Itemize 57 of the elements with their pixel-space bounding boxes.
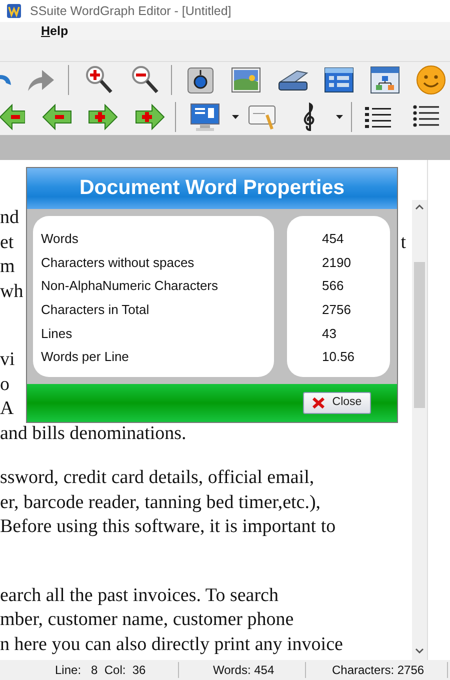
arrow-right-plus-icon[interactable] — [135, 102, 165, 132]
status-text: Characters: 2756 — [332, 663, 424, 677]
property-label: Words — [41, 230, 80, 248]
arrow-left-minus-icon[interactable] — [42, 102, 72, 132]
property-value: 10.56 — [322, 348, 356, 366]
landscape-picture-icon[interactable] — [231, 66, 261, 94]
text-line: n here you can also directly print any invoice — [0, 632, 343, 656]
status-text: Line: 8 Col: 36 — [55, 663, 146, 677]
text-line: t — [400, 230, 406, 254]
property-label: Words per Line — [41, 348, 130, 366]
text-line: et — [0, 230, 14, 254]
x-icon — [312, 397, 326, 409]
close-button[interactable]: Close — [303, 392, 371, 414]
text-line: wh — [0, 280, 24, 304]
property-value: 43 — [322, 324, 338, 343]
camera-icon[interactable] — [187, 66, 214, 94]
text-line: nd — [0, 206, 19, 230]
redo-icon[interactable] — [26, 67, 56, 93]
text-line: A — [0, 397, 14, 421]
window-diagram-icon[interactable] — [370, 66, 400, 94]
property-label: Lines — [41, 324, 74, 343]
property-label: Characters in Total — [41, 301, 150, 320]
text-line: m — [0, 255, 15, 279]
text-line: o — [0, 372, 10, 396]
text-line: ssword, credit card details, official email, — [0, 466, 314, 490]
caret-icon[interactable] — [232, 114, 239, 118]
property-value: 566 — [322, 277, 345, 296]
monitor-icon[interactable] — [190, 102, 220, 132]
menu-item[interactable]: Help — [41, 22, 68, 40]
scrollbar-thumb[interactable] — [414, 262, 425, 408]
scroll-up-icon[interactable] — [415, 204, 424, 210]
zoom-out-icon[interactable] — [131, 65, 159, 95]
property-value: 454 — [322, 230, 345, 248]
property-label: Characters without spaces — [41, 254, 196, 272]
text-line: earch all the past invoices. To search — [0, 584, 278, 608]
text-line: vi — [0, 348, 15, 372]
bullet-list-icon[interactable] — [413, 104, 439, 128]
dialog-title: Document Word Properties — [79, 175, 345, 202]
arrow-right-plus-icon[interactable] — [88, 102, 118, 132]
text-line: mber, customer name, customer phone — [0, 608, 294, 632]
notepad-pencil-icon[interactable] — [248, 102, 278, 130]
window-grid-icon[interactable] — [324, 67, 354, 93]
scroll-down-icon[interactable] — [415, 648, 424, 654]
smiley-icon[interactable] — [416, 65, 446, 95]
arrow-left-minus-icon[interactable] — [0, 102, 25, 132]
text-line: Before using this software, it is important to — [0, 515, 336, 539]
numbered-list-icon[interactable] — [365, 104, 391, 128]
window-title: SSuite WordGraph Editor - [Untitled] — [30, 2, 232, 20]
app-logo-icon — [6, 3, 22, 19]
property-value: 2190 — [322, 254, 352, 272]
caret-icon[interactable] — [336, 114, 343, 118]
property-value: 2756 — [322, 301, 352, 320]
property-label: Non-AlphaNumeric Characters — [41, 277, 220, 296]
text-line: er, barcode reader, tanning bed timer,etc.), — [0, 490, 321, 514]
zoom-in-icon[interactable] — [85, 65, 113, 95]
text-line: and bills denominations. — [0, 422, 186, 446]
status-text: Words: 454 — [213, 663, 274, 677]
